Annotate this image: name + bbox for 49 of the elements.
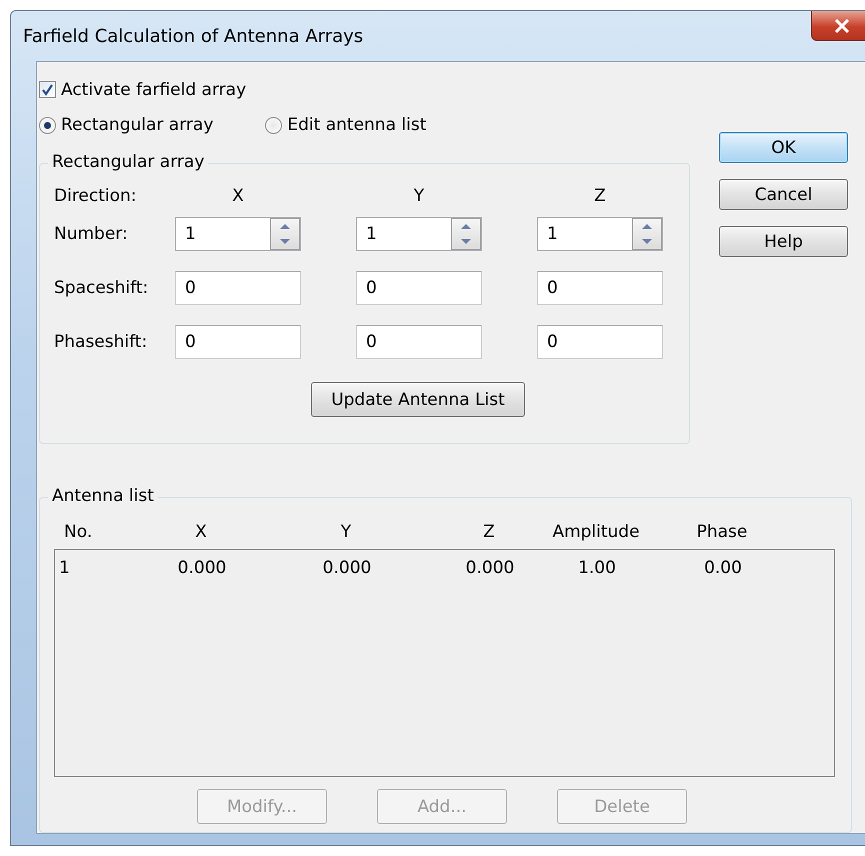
column-header: Z [482,522,496,542]
column-header: Amplitude [551,522,641,542]
table-cell-text: 1.00 [577,558,617,578]
checkbox-label: Activate farfield array [61,80,246,100]
field-label: Spaceshift: [54,278,150,298]
input-field[interactable]: 0 [175,325,301,360]
dialog-button[interactable]: OK [719,132,848,163]
radio-button[interactable] [265,116,282,134]
field-label: Direction: [54,186,138,206]
spin-arrows-icon[interactable] [451,218,481,250]
column-header: Y [340,522,352,542]
table-cell-text: 0.000 [464,558,516,578]
radio-label: Rectangular array [61,115,214,136]
close-button[interactable] [811,11,865,41]
spin-arrows-icon[interactable] [632,218,662,250]
close-icon [834,18,850,32]
spin-field[interactable]: 1 [356,217,482,252]
field-label: Number: [54,224,129,244]
window-title: Farfield Calculation of Antenna Arrays [23,26,364,46]
dialog-button[interactable]: Help [719,226,848,257]
update-antenna-list-button[interactable]: Update Antenna List [311,382,525,418]
radio-label: Edit antenna list [287,115,426,136]
spin-value[interactable]: 1 [547,224,627,244]
field-label: Phaseshift: [54,332,148,352]
column-header: X [231,186,245,206]
input-field[interactable]: 0 [175,271,301,306]
column-header: No. [63,522,94,542]
column-header: Phase [696,522,748,542]
checkbox[interactable] [39,81,56,98]
spin-field[interactable]: 1 [175,217,301,252]
table-cell-text: 0.000 [176,558,228,578]
input-field[interactable]: 0 [356,325,482,360]
input-field[interactable]: 0 [537,325,663,360]
group-title: Rectangular array [48,152,208,172]
spin-field[interactable]: 1 [537,217,663,252]
input-field[interactable]: 0 [537,271,663,306]
spin-arrows-icon[interactable] [270,218,300,250]
spin-value[interactable]: 1 [366,224,446,244]
radio-button[interactable] [39,116,56,134]
dialog-button[interactable]: Cancel [719,179,848,210]
input-field[interactable]: 0 [356,271,482,306]
antenna-list[interactable]: 1 0.000 0.000 0.000 1.00 0.00 [54,549,835,778]
column-header: Z [593,186,607,206]
column-header: Y [412,186,426,206]
column-header: X [194,522,208,542]
table-cell-text: 1 [58,558,71,578]
spin-value[interactable]: 1 [185,224,265,244]
table-cell-text: 0.000 [322,558,372,578]
table-cell-text: 0.00 [703,558,743,578]
